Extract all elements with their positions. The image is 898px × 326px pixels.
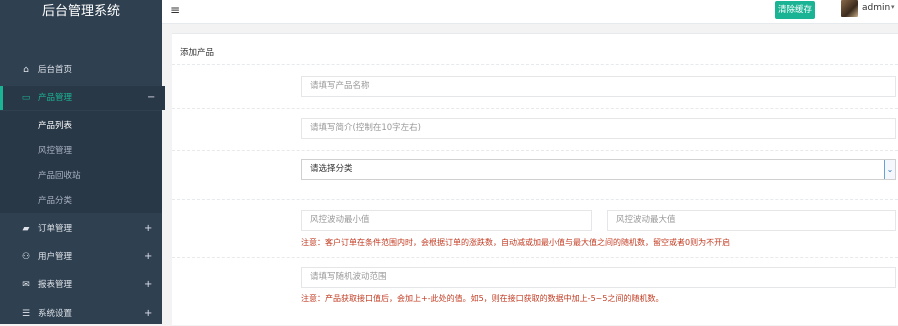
settings-icon: ☰: [21, 309, 31, 319]
expand-icon[interactable]: +: [144, 245, 152, 269]
product-intro-input[interactable]: 请填写简介(控制在10字左右): [301, 118, 896, 139]
sidebar-subitem-risk-control[interactable]: 风控管理: [38, 144, 72, 156]
sidebar-item-label: 产品管理: [38, 93, 73, 103]
sidebar-item-label: 系统设置: [38, 309, 73, 319]
divider: [172, 257, 898, 258]
expand-icon[interactable]: +: [144, 302, 152, 326]
book-icon: ▰: [22, 224, 30, 234]
sidebar: 后台管理系统 ⌂ 后台首页 ▭ 产品管理 − 产品列表 风控管理 产品回收站 产…: [0, 0, 165, 326]
add-product-card: 添加产品 请填写产品名称 请填写简介(控制在10字左右) 请选择分类 ⌄ 风控波…: [172, 33, 898, 325]
envelope-icon: ✉: [22, 280, 30, 290]
category-selected-value: 请选择分类: [310, 164, 353, 174]
sidebar-subitem-recycle-bin[interactable]: 产品回收站: [38, 169, 81, 181]
sidebar-subitem-product-list[interactable]: 产品列表: [38, 119, 72, 131]
category-select[interactable]: 请选择分类 ⌄: [301, 159, 896, 180]
divider: [172, 199, 898, 200]
users-icon: ⚇: [21, 252, 31, 262]
sidebar-item-settings[interactable]: ☰ 系统设置 +: [0, 302, 162, 326]
random-note: 注意：产品获取接口值后，会加上+-此处的值。如5，则在接口获取的数据中加上-5~…: [301, 294, 664, 303]
chevron-down-icon[interactable]: ⌄: [884, 160, 895, 179]
avatar[interactable]: [841, 0, 858, 17]
top-navbar: ≡ 清除缓存 admin ▾: [162, 0, 898, 24]
user-name[interactable]: admin: [862, 3, 890, 13]
clear-cache-button[interactable]: 清除缓存: [775, 1, 815, 19]
monitor-icon: ▭: [21, 93, 31, 103]
sidebar-item-products[interactable]: ▭ 产品管理 −: [0, 86, 165, 110]
risk-note: 注意：客户订单在条件范围内时，会根据订单的涨跌数，自动减或加最小值与最大值之间的…: [301, 238, 731, 247]
sidebar-item-users[interactable]: ⚇ 用户管理 +: [0, 245, 162, 269]
menu-toggle-icon[interactable]: ≡: [170, 3, 180, 17]
page-title: 添加产品: [180, 48, 215, 58]
products-submenu: 产品列表 风控管理 产品回收站 产品分类: [0, 111, 162, 213]
divider: [172, 64, 898, 65]
sidebar-item-orders[interactable]: ▰ 订单管理 +: [0, 217, 162, 241]
app-title: 后台管理系统: [41, 4, 120, 19]
sidebar-item-label: 后台首页: [38, 65, 73, 75]
sidebar-item-label: 用户管理: [38, 252, 73, 262]
sidebar-item-label: 报表管理: [38, 280, 73, 290]
divider: [172, 108, 898, 109]
expand-icon[interactable]: +: [144, 273, 152, 297]
caret-down-icon[interactable]: ▾: [891, 3, 895, 11]
collapse-icon[interactable]: −: [147, 86, 155, 110]
product-name-input[interactable]: 请填写产品名称: [301, 76, 896, 97]
sidebar-subitem-category[interactable]: 产品分类: [38, 194, 72, 206]
expand-icon[interactable]: +: [144, 217, 152, 241]
sidebar-item-home[interactable]: ⌂ 后台首页: [0, 58, 162, 82]
sidebar-item-reports[interactable]: ✉ 报表管理 +: [0, 273, 162, 297]
risk-min-input[interactable]: 风控波动最小值: [301, 210, 592, 231]
random-range-input[interactable]: 请填写随机波动范围: [301, 267, 896, 288]
sidebar-item-label: 订单管理: [38, 224, 73, 234]
home-icon: ⌂: [23, 65, 29, 75]
divider: [172, 150, 898, 151]
risk-max-input[interactable]: 风控波动最大值: [607, 210, 896, 231]
